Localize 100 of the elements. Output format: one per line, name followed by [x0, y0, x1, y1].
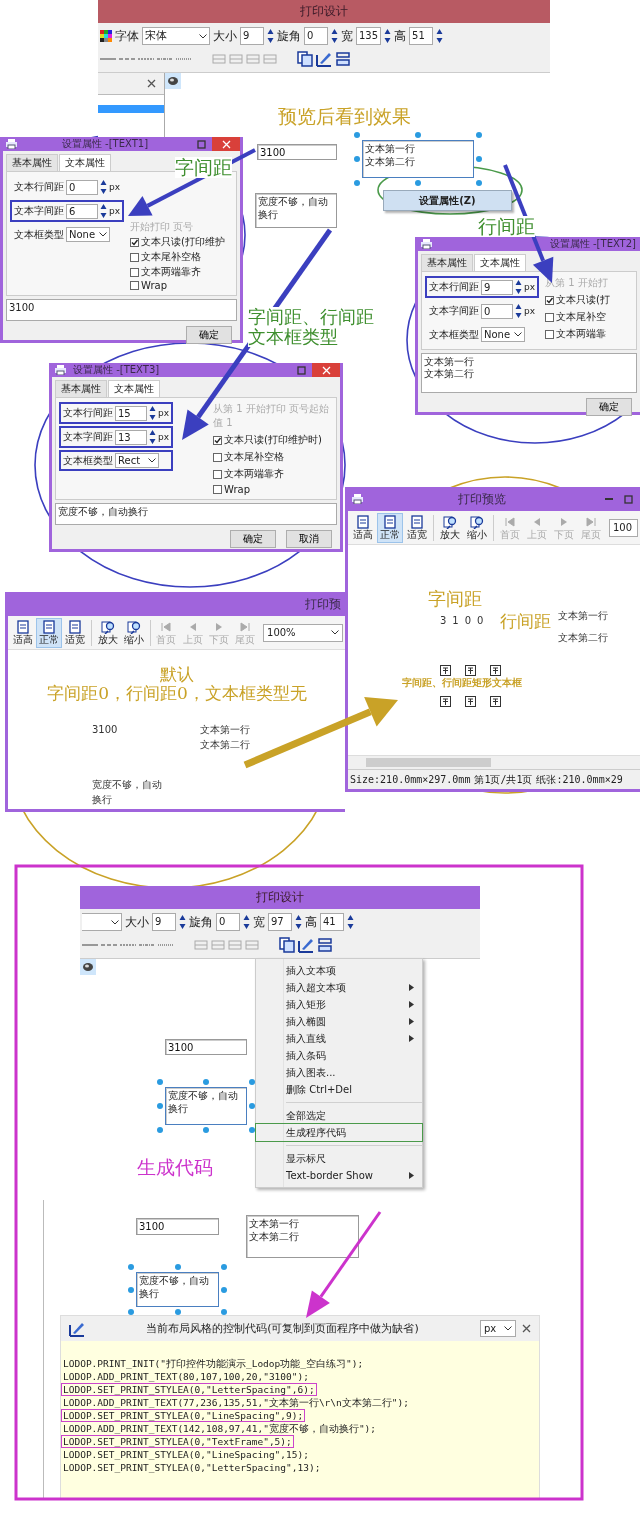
- unit-label: px: [524, 282, 536, 292]
- annotation-text: 预览后看到效果: [278, 106, 411, 127]
- menu-item[interactable]: 插入直线: [256, 1030, 422, 1047]
- checkbox-label: 文本尾补空格: [141, 250, 202, 264]
- disabled-label: 从第 1 开始打印 页号起始值 1: [213, 402, 330, 430]
- annotation-text: 生成代码: [137, 1157, 213, 1178]
- checkbox-label: 文本只读(打: [556, 293, 610, 307]
- popup-menu[interactable]: 设置属性(Z): [383, 190, 512, 211]
- checkbox-label: 文本两端靠齐: [224, 467, 285, 481]
- toolbar-button[interactable]: 缩小: [121, 617, 147, 648]
- number-field[interactable]: 0: [66, 179, 98, 195]
- window-title: 设置属性 -[TEXT2]: [548, 237, 637, 251]
- annotation-text: 字间距: [428, 589, 482, 609]
- number-field[interactable]: 9: [481, 279, 513, 295]
- tab[interactable]: 基本属性: [55, 380, 107, 397]
- number-field[interactable]: 97: [268, 913, 292, 931]
- field-label: 文本行间距: [429, 280, 479, 294]
- field-label: 文本字间距: [14, 204, 64, 218]
- dialog-button[interactable]: 取消: [286, 530, 332, 548]
- checkbox-label: 文本尾补空格: [224, 450, 285, 464]
- code-line: LODOP.SET_PRINT_STYLEA(0,"LineSpacing",15);: [62, 1448, 310, 1461]
- window-title: 设置属性 -[TEXT3]: [72, 363, 161, 377]
- title-bar: 打印设计: [80, 886, 480, 909]
- field-label: 文本字间距: [429, 304, 479, 318]
- menu-item[interactable]: Text-border Show: [256, 1167, 422, 1184]
- field-label: 文本行间距: [63, 406, 113, 420]
- window-title: 打印预览: [457, 490, 507, 508]
- text-box: 宽度不够，自动 换行: [255, 193, 337, 228]
- tab[interactable]: 文本属性: [108, 380, 160, 397]
- text-box: 宽度不够，自动 换行: [136, 1272, 219, 1307]
- dialog-button[interactable]: 确定: [230, 530, 276, 548]
- toolbar-button[interactable]: 放大: [437, 512, 463, 543]
- annotation-text: 行间距: [478, 216, 535, 237]
- code-line: LODOP.SET_PRINT_STYLEA(0,"LetterSpacing",13);: [62, 1461, 322, 1474]
- field-label: 文本框类型: [63, 453, 113, 468]
- number-field[interactable]: 15: [115, 405, 147, 421]
- tab[interactable]: 文本属性: [59, 154, 111, 171]
- menu-item[interactable]: 插入矩形: [256, 996, 422, 1013]
- text-area[interactable]: 3100: [6, 299, 237, 321]
- toolbar-button[interactable]: 正常: [36, 617, 62, 648]
- number-field[interactable]: 0: [481, 303, 513, 319]
- checkbox-label: Wrap: [224, 484, 251, 495]
- menu-item[interactable]: 插入图表...: [256, 1064, 422, 1081]
- printed-text: 3100: [440, 614, 490, 628]
- annotation-text: 字间距: [175, 157, 232, 178]
- text-area[interactable]: 文本第一行 文本第二行: [421, 353, 637, 393]
- printed-text: 文本第一行 文本第二行: [200, 723, 250, 752]
- toolbar-button[interactable]: 缩小: [464, 512, 490, 543]
- text-area[interactable]: 宽度不够，自动换行: [55, 503, 337, 525]
- text-box: 文本第一行 文本第二行: [362, 140, 474, 178]
- title-bar: 打印设计: [98, 0, 550, 23]
- menu-item[interactable]: 插入条码: [256, 1047, 422, 1064]
- toolbar-button[interactable]: 正常: [377, 512, 403, 543]
- dialog-button[interactable]: 确定: [586, 398, 632, 416]
- checkbox-label: 文本只读(打印维护时): [224, 433, 322, 447]
- frame-type-select[interactable]: None: [66, 227, 110, 242]
- toolbar-button[interactable]: 放大: [95, 617, 121, 648]
- number-field[interactable]: 13: [115, 429, 147, 445]
- number-field[interactable]: 41: [320, 913, 344, 931]
- tab[interactable]: 基本属性: [6, 154, 58, 171]
- toolbar-button[interactable]: 适高: [10, 617, 36, 648]
- checkbox-label: Wrap: [141, 280, 168, 291]
- frame-type-select[interactable]: None: [481, 327, 525, 342]
- annotation-text: 行间距: [500, 612, 551, 631]
- menu-item[interactable]: 插入超文本项: [256, 979, 422, 996]
- zoom-select[interactable]: 100%: [263, 623, 344, 642]
- window-title: 设置属性 -[TEXT1]: [60, 137, 150, 151]
- font-select[interactable]: 宋体: [142, 27, 210, 45]
- frame-type-select[interactable]: Rect: [115, 453, 159, 468]
- status-text: 纸张:210.0mm×29: [536, 772, 623, 787]
- number-field[interactable]: 0: [216, 913, 240, 931]
- tab[interactable]: 基本属性: [421, 254, 473, 271]
- dialog-button[interactable]: 确定: [186, 326, 232, 344]
- checkbox-label: 文本尾补空: [556, 310, 607, 324]
- number-field[interactable]: 9: [152, 913, 176, 931]
- unit-label: px: [158, 432, 170, 442]
- field-label: 大小: [213, 27, 237, 45]
- unit-label: px: [158, 408, 170, 418]
- field-label: 大小: [125, 913, 149, 931]
- printed-text: 3100: [92, 723, 118, 737]
- number-field[interactable]: 6: [66, 203, 98, 219]
- menu-item[interactable]: 插入椭圆: [256, 1013, 422, 1030]
- text-box: 宽度不够，自动 换行: [165, 1087, 247, 1125]
- number-field[interactable]: 9: [240, 27, 264, 45]
- zoom-select[interactable]: 100: [609, 518, 638, 537]
- number-field[interactable]: 135: [356, 27, 382, 45]
- number-field[interactable]: 0: [304, 27, 328, 45]
- number-field[interactable]: 51: [409, 27, 434, 45]
- menu-item[interactable]: 生成程序代码: [256, 1124, 422, 1141]
- toolbar-button[interactable]: 适宽: [62, 617, 89, 648]
- menu-item[interactable]: 删除 Ctrl+Del: [256, 1081, 422, 1098]
- status-text: 第1页/共1页: [474, 772, 533, 787]
- menu-item[interactable]: 插入文本项: [256, 962, 422, 979]
- printed-text: 宽度不够，自动 换行: [92, 778, 162, 807]
- field-label: 宽: [253, 913, 265, 931]
- toolbar-button[interactable]: 适宽: [404, 512, 430, 543]
- toolbar-button[interactable]: 适高: [350, 512, 376, 543]
- tab[interactable]: 文本属性: [474, 254, 526, 271]
- field-label: 文本字间距: [63, 430, 113, 444]
- unit-select[interactable]: px: [480, 1320, 516, 1337]
